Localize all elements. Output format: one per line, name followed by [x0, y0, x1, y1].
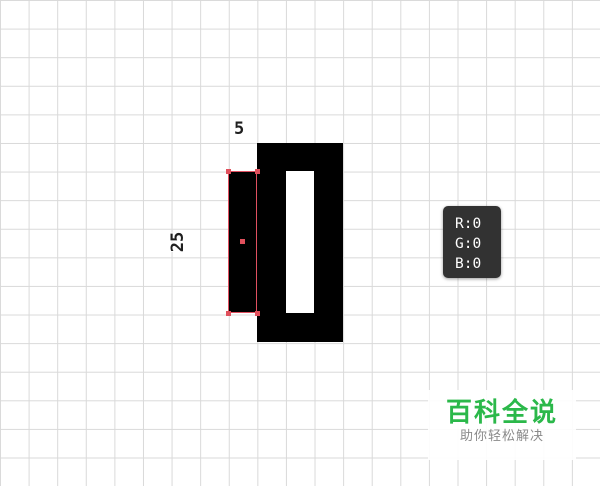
resize-handle-top-right[interactable] [255, 169, 260, 174]
blue-value: B:0 [455, 256, 482, 272]
green-value: G:0 [455, 236, 482, 252]
white-inner-rect[interactable] [286, 171, 314, 313]
resize-handle-bottom-left[interactable] [226, 311, 231, 316]
height-dimension-label: 25 [168, 231, 189, 253]
center-point[interactable] [240, 239, 245, 244]
resize-handle-bottom-right[interactable] [255, 311, 260, 316]
width-dimension-label: 5 [234, 119, 245, 139]
color-readout-tooltip: R:0 G:0 B:0 [443, 206, 501, 278]
watermark: 百科全说 助你轻松解决 [428, 390, 576, 460]
watermark-title: 百科全说 [445, 398, 558, 428]
red-value: R:0 [455, 216, 482, 232]
resize-handle-top-left[interactable] [226, 169, 231, 174]
watermark-subtitle: 助你轻松解决 [459, 429, 544, 444]
